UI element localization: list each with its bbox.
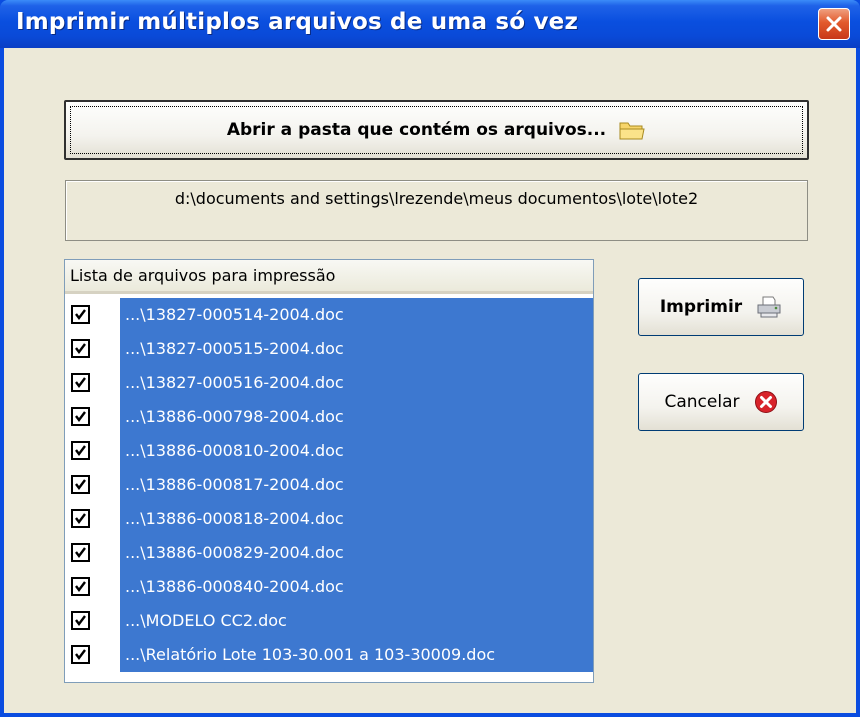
checkbox[interactable] — [71, 373, 90, 392]
checkbox[interactable] — [71, 475, 90, 494]
check-icon — [75, 343, 86, 354]
list-item-label: ...\13886-000818-2004.doc — [125, 509, 344, 528]
list-item-label: ...\13827-000514-2004.doc — [125, 305, 344, 324]
file-list-header[interactable]: Lista de arquivos para impressão — [65, 260, 593, 294]
check-icon — [75, 445, 86, 456]
close-button[interactable] — [818, 8, 850, 40]
list-item-label: ...\MODELO CC2.doc — [125, 611, 287, 630]
dialog-window: Imprimir múltiplos arquivos de uma só ve… — [0, 0, 860, 717]
checkbox[interactable] — [71, 543, 90, 562]
cancel-icon — [754, 391, 777, 413]
list-item[interactable]: ...\13827-000516-2004.doc — [65, 366, 593, 400]
list-item-label: ...\13886-000829-2004.doc — [125, 543, 344, 562]
list-item-label: ...\13827-000516-2004.doc — [125, 373, 344, 392]
check-icon — [75, 649, 86, 660]
cancel-button-label: Cancelar — [664, 392, 740, 412]
check-icon — [75, 513, 86, 524]
checkbox[interactable] — [71, 407, 90, 426]
list-item-label: ...\13827-000515-2004.doc — [125, 339, 344, 358]
open-folder-label: Abrir a pasta que contém os arquivos... — [226, 120, 607, 140]
checkbox[interactable] — [71, 611, 90, 630]
title-bar[interactable]: Imprimir múltiplos arquivos de uma só ve… — [0, 0, 860, 48]
cancel-button[interactable]: Cancelar — [638, 373, 804, 431]
list-item[interactable]: ...\Relatório Lote 103-30.001 a 103-3000… — [65, 638, 593, 672]
close-icon — [826, 16, 842, 32]
list-item-label: ...\13886-000810-2004.doc — [125, 441, 344, 460]
check-icon — [75, 547, 86, 558]
list-item[interactable]: ...\13886-000798-2004.doc — [65, 400, 593, 434]
list-item[interactable]: ...\13827-000514-2004.doc — [65, 298, 593, 332]
folder-path-display: d:\documents and settings\lrezende\meus … — [65, 180, 808, 241]
window-title: Imprimir múltiplos arquivos de uma só ve… — [16, 9, 579, 35]
open-folder-button[interactable]: Abrir a pasta que contém os arquivos... — [64, 100, 809, 160]
list-item-label: ...\13886-000817-2004.doc — [125, 475, 344, 494]
check-icon — [75, 377, 86, 388]
dialog-body: Abrir a pasta que contém os arquivos... … — [4, 48, 856, 713]
printer-icon — [757, 296, 781, 318]
list-item-label: ...\13886-000840-2004.doc — [125, 577, 344, 596]
folder-icon — [619, 122, 645, 140]
file-list[interactable]: Lista de arquivos para impressão ...\138… — [64, 259, 594, 683]
check-icon — [75, 411, 86, 422]
check-icon — [75, 581, 86, 592]
list-item-label: ...\Relatório Lote 103-30.001 a 103-3000… — [125, 645, 496, 664]
checkbox[interactable] — [71, 509, 90, 528]
check-icon — [75, 479, 86, 490]
check-icon — [75, 309, 86, 320]
list-item[interactable]: ...\13886-000829-2004.doc — [65, 536, 593, 570]
list-item[interactable]: ...\13827-000515-2004.doc — [65, 332, 593, 366]
checkbox[interactable] — [71, 441, 90, 460]
list-item[interactable]: ...\13886-000817-2004.doc — [65, 468, 593, 502]
list-item[interactable]: ...\13886-000818-2004.doc — [65, 502, 593, 536]
list-item[interactable]: ...\13886-000810-2004.doc — [65, 434, 593, 468]
checkbox[interactable] — [71, 577, 90, 596]
list-item-label: ...\13886-000798-2004.doc — [125, 407, 344, 426]
check-icon — [75, 615, 86, 626]
file-list-rows: ...\13827-000514-2004.doc ...\13827-0005… — [65, 298, 593, 672]
checkbox[interactable] — [71, 339, 90, 358]
list-item[interactable]: ...\MODELO CC2.doc — [65, 604, 593, 638]
print-button-label: Imprimir — [659, 297, 743, 317]
list-item[interactable]: ...\13886-000840-2004.doc — [65, 570, 593, 604]
checkbox[interactable] — [71, 305, 90, 324]
checkbox[interactable] — [71, 645, 90, 664]
print-button[interactable]: Imprimir — [638, 278, 804, 336]
